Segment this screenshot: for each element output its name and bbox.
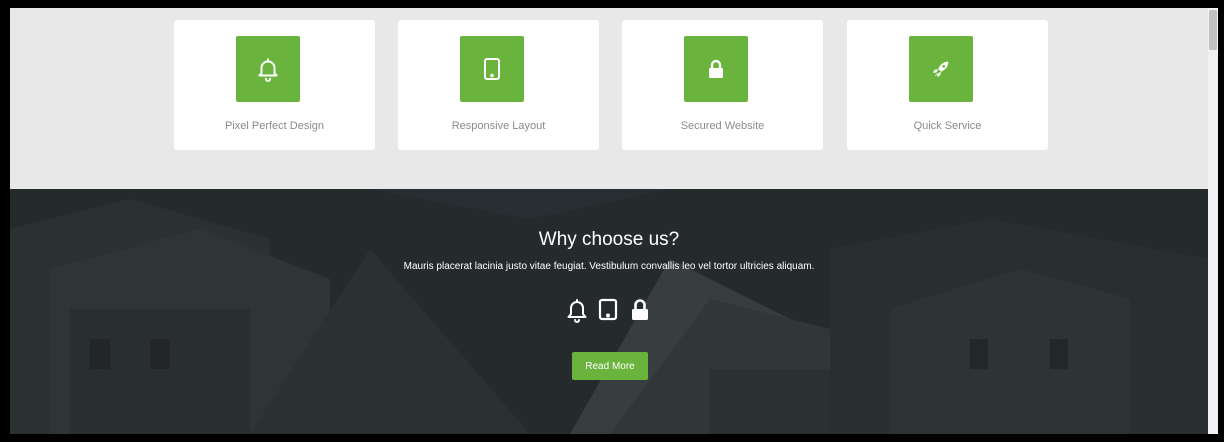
section-subtitle: Mauris placerat lacinia justo vitae feug… [403, 261, 815, 272]
lock-icon [709, 59, 723, 78]
tablet-icon [597, 297, 621, 323]
page-scrollbar[interactable] [1208, 8, 1218, 434]
feature-card-responsive[interactable]: Responsive Layout [398, 20, 599, 150]
scrollbar-thumb[interactable] [1209, 10, 1217, 50]
why-choose-us-section: Why choose us? Mauris placerat lacinia j… [10, 189, 1208, 434]
tablet-icon [484, 58, 500, 80]
feature-card-secured[interactable]: Secured Website [622, 20, 823, 150]
feature-card-quick-service[interactable]: Quick Service [847, 20, 1048, 150]
feature-card-pixel-perfect[interactable]: Pixel Perfect Design [174, 20, 375, 150]
feature-tile [909, 36, 973, 102]
feature-label: Pixel Perfect Design [224, 120, 325, 132]
feature-label: Responsive Layout [451, 120, 546, 132]
hero-icon-row [10, 297, 1208, 323]
section-title: Why choose us? [538, 229, 680, 250]
feature-tile [236, 36, 300, 102]
read-more-button[interactable]: Read More [572, 352, 648, 380]
feature-tile [460, 36, 524, 102]
feature-label: Quick Service [913, 120, 982, 132]
features-section: Pixel Perfect Design Responsive Layout S… [10, 8, 1208, 189]
rocket-icon [932, 61, 949, 78]
lock-icon [629, 297, 653, 323]
bell-icon [565, 297, 589, 323]
bell-icon [258, 58, 278, 82]
feature-tile [684, 36, 748, 102]
feature-label: Secured Website [680, 120, 765, 132]
page-viewport: Pixel Perfect Design Responsive Layout S… [10, 8, 1208, 434]
